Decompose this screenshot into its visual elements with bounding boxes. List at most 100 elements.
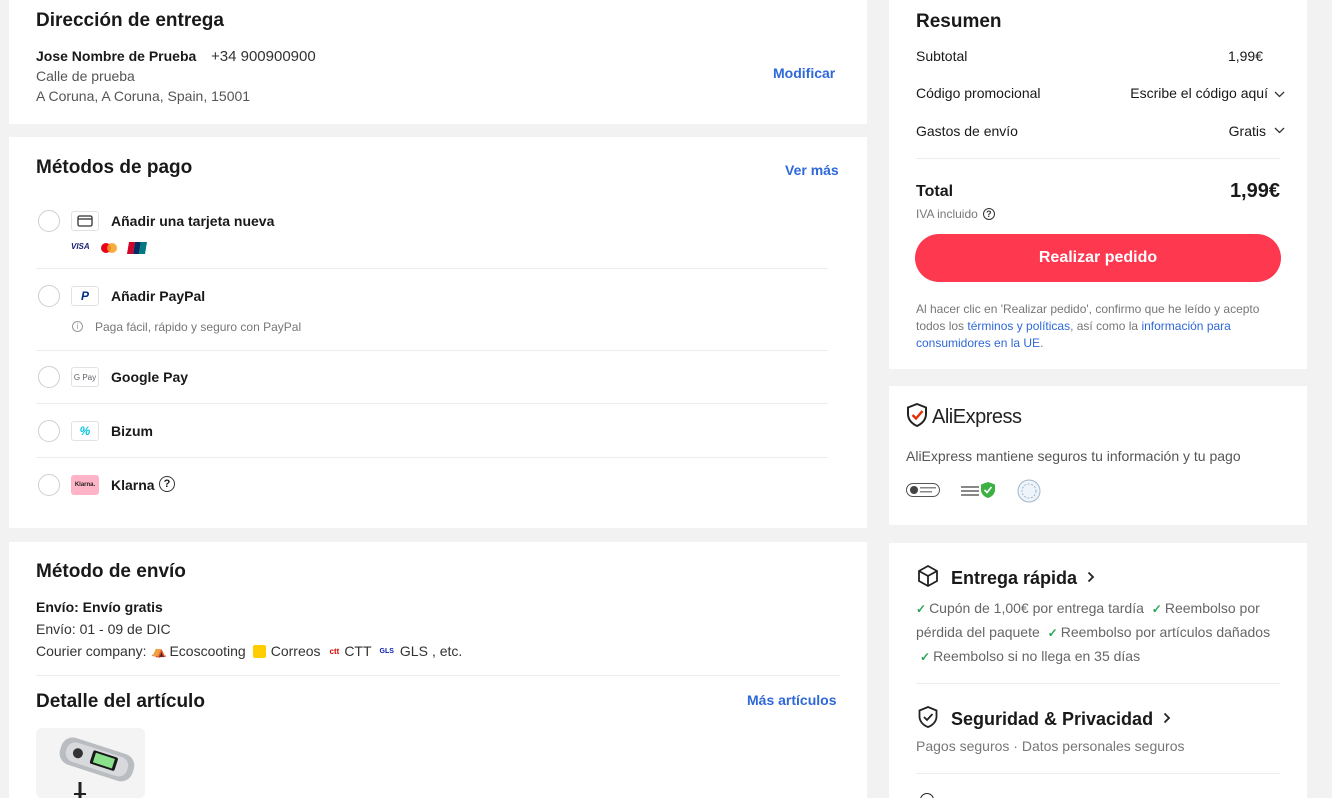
bizum-icon: %: [71, 421, 99, 441]
trust-text: AliExpress mantiene seguros tu informaci…: [906, 448, 1241, 464]
google-pay-icon: G Pay: [71, 367, 99, 387]
benefit-damaged-refund: Reembolso por artículos dañados: [1060, 624, 1271, 640]
fast-delivery-title: Entrega rápida: [951, 568, 1078, 588]
google-pay-label: Google Pay: [111, 369, 189, 385]
divider: [36, 403, 828, 404]
shield-check-icon: [916, 705, 940, 734]
recipient-phone: +34 900900900: [211, 48, 316, 65]
divider: [916, 683, 1280, 684]
correos-icon: [252, 644, 266, 658]
see-more-payments-link[interactable]: Ver más: [785, 162, 839, 178]
summary-title: Resumen: [916, 11, 1002, 32]
help-icon[interactable]: ?: [982, 208, 995, 220]
benefit-late-coupon: Cupón de 1,00€ por entrega tardía: [929, 600, 1144, 616]
radio-card[interactable]: [38, 210, 60, 232]
aliexpress-logo: AliExpress: [906, 402, 1022, 432]
payment-option-klarna[interactable]: Klarna. Klarna ?: [36, 471, 836, 501]
summary-card: Resumen Subtotal 1,99€ Código promociona…: [889, 0, 1307, 369]
certification-badge-icon: [1017, 479, 1041, 508]
vat-note: IVA incluido: [916, 207, 978, 221]
promo-label: Código promocional: [916, 85, 1041, 101]
place-order-label: Realizar pedido: [1038, 249, 1158, 266]
chevron-right-icon: [1163, 711, 1171, 729]
divider: [916, 773, 1280, 774]
product-thumbnail[interactable]: [36, 728, 145, 798]
courier-row: Courier company: ⛺ Ecoscooting Correos c…: [36, 643, 462, 659]
security-badge-icon: [906, 483, 940, 502]
security-privacy-header[interactable]: Seguridad & Privacidad: [916, 705, 1171, 734]
check-icon: ✓: [920, 650, 931, 664]
total-value: 1,99€: [1229, 180, 1280, 202]
courier-label: Courier company:: [36, 643, 147, 659]
check-icon: ✓: [1151, 602, 1162, 616]
trust-card: AliExpress AliExpress mantiene seguros t…: [889, 386, 1307, 525]
benefit-no-arrival-refund: Reembolso si no llega en 35 días: [933, 648, 1141, 664]
card-label: Añadir una tarjeta nueva: [111, 213, 275, 229]
radio-bizum[interactable]: [38, 420, 60, 442]
package-icon: [916, 564, 940, 593]
credit-card-icon: [71, 211, 99, 231]
security-text: Pagos seguros · Datos personales seguros: [916, 738, 1185, 754]
more-items-link[interactable]: Más artículos: [747, 692, 836, 708]
klarna-icon: Klarna.: [71, 475, 99, 495]
paypal-note: Paga fácil, rápido y seguro con PayPal: [95, 320, 302, 334]
shipping-cost-dropdown[interactable]: Gratis: [1229, 121, 1285, 139]
secure-shield-badge-icon: [961, 481, 997, 504]
fast-delivery-header[interactable]: Entrega rápida: [916, 564, 1095, 593]
chevron-right-icon: [1087, 570, 1095, 588]
delivery-benefits: ✓ Cupón de 1,00€ por entrega tardía ✓ Reem…: [916, 597, 1286, 669]
gls-icon: GLS: [379, 647, 394, 655]
bizum-label: Bizum: [111, 423, 153, 439]
radio-klarna[interactable]: [38, 474, 60, 496]
unionpay-icon: [127, 241, 147, 254]
klarna-label: Klarna: [111, 477, 155, 493]
divider: [36, 350, 828, 351]
next-section-icon: [920, 793, 934, 798]
address-street: Calle de prueba: [36, 68, 135, 84]
promo-value: Escribe el código aquí: [1130, 85, 1268, 101]
info-icon: i: [72, 321, 83, 332]
shipping-dates: Envío: 01 - 09 de DIC: [36, 621, 171, 637]
divider: [36, 457, 828, 458]
check-icon: ✓: [1047, 626, 1058, 640]
divider: [36, 675, 840, 676]
promo-code-dropdown[interactable]: Escribe el código aquí: [1130, 85, 1285, 101]
shipping-title: Método de envío: [36, 561, 186, 582]
payment-option-google-pay[interactable]: G Pay Google Pay: [36, 363, 836, 393]
subtotal-label: Subtotal: [916, 48, 968, 64]
brand-name: AliExpress: [932, 406, 1022, 428]
courier-etc: , etc.: [431, 643, 463, 659]
visa-icon: VISA: [71, 242, 90, 251]
chevron-down-icon: [1274, 85, 1285, 101]
divider: [36, 268, 828, 269]
recipient-name: Jose Nombre de Prueba: [36, 48, 197, 64]
payment-title: Métodos de pago: [36, 157, 193, 178]
payment-option-bizum[interactable]: % Bizum: [36, 417, 836, 447]
benefits-card: Entrega rápida ✓ Cupón de 1,00€ por entre…: [889, 543, 1307, 798]
address-title: Dirección de entrega: [36, 10, 224, 31]
payment-option-paypal[interactable]: P Añadir PayPal i Paga fácil, rápido y s…: [36, 282, 836, 342]
ctt-icon: ctt: [329, 646, 340, 656]
security-title: Seguridad & Privacidad: [951, 709, 1154, 729]
paypal-icon: P: [71, 286, 99, 306]
subtotal-value: 1,99€: [1227, 48, 1263, 64]
shipping-cost-label: Gastos de envío: [916, 123, 1018, 139]
place-order-button[interactable]: Realizar pedido: [915, 234, 1281, 282]
address-city: A Coruna, A Coruna, Spain, 15001: [36, 88, 251, 104]
radio-paypal[interactable]: [38, 285, 60, 307]
courier-correos: Correos: [270, 643, 321, 659]
terms-link[interactable]: términos y políticas: [967, 319, 1070, 333]
legal-text: Al hacer clic en 'Realizar pedido', conf…: [916, 302, 1260, 350]
total-label: Total: [916, 183, 954, 200]
modify-address-link[interactable]: Modificar: [773, 65, 835, 81]
payment-option-card[interactable]: Añadir una tarjeta nueva VISA: [36, 207, 836, 261]
shipping-method: Envío: Envío gratis: [36, 599, 163, 615]
radio-google-pay[interactable]: [38, 366, 60, 388]
address-card: Dirección de entrega Jose Nombre de Prue…: [9, 0, 867, 124]
help-icon[interactable]: ?: [159, 476, 175, 492]
chevron-down-icon: [1274, 121, 1285, 137]
divider: [916, 158, 1280, 159]
vat-row: IVA incluido ?: [916, 207, 995, 221]
ecoscooting-icon: ⛺: [151, 644, 167, 658]
items-title: Detalle del artículo: [36, 691, 205, 712]
